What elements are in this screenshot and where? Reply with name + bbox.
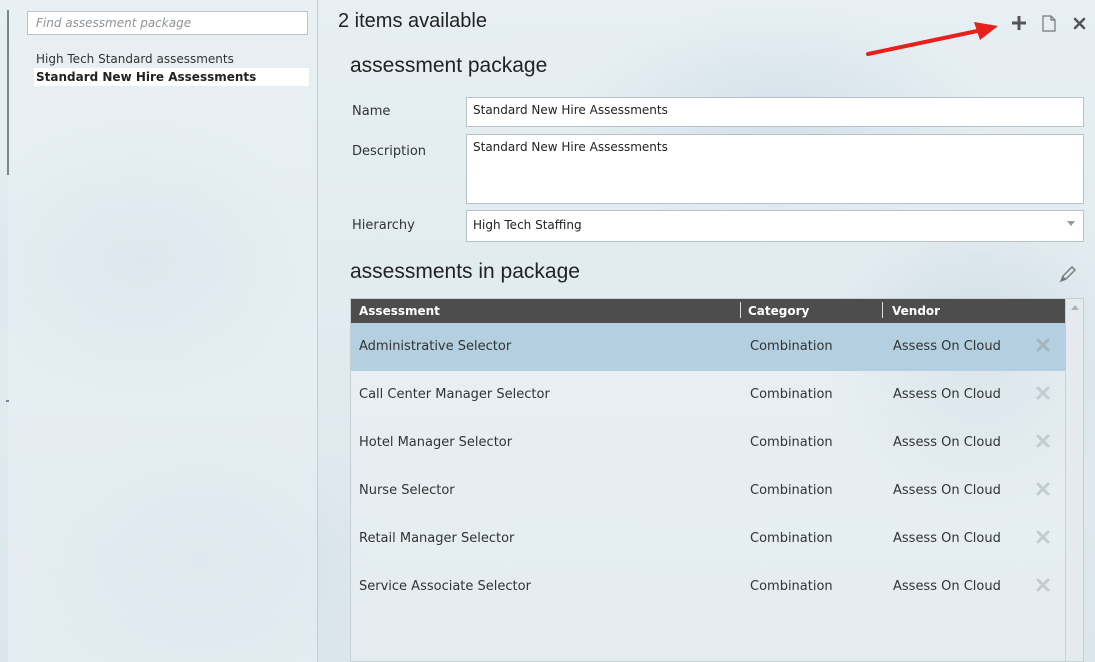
remove-row-icon[interactable]: [1035, 385, 1051, 401]
package-item-high-tech[interactable]: High Tech Standard assessments: [34, 50, 309, 68]
name-label: Name: [352, 104, 391, 119]
vendor-cell: Assess On Cloud: [893, 435, 1001, 450]
package-list-panel: [8, 0, 318, 662]
vendor-cell: Assess On Cloud: [893, 339, 1001, 354]
package-list: High Tech Standard assessments Standard …: [34, 50, 309, 86]
name-field[interactable]: Standard New Hire Assessments: [466, 97, 1084, 127]
vendor-cell: Assess On Cloud: [893, 531, 1001, 546]
items-count-title: 2 items available: [338, 10, 487, 32]
section-title-assessments-in-package: assessments in package: [350, 260, 580, 283]
splitter-handle[interactable]: [7, 10, 9, 175]
remove-row-icon[interactable]: [1035, 577, 1051, 593]
remove-row-icon[interactable]: [1035, 433, 1051, 449]
hierarchy-select[interactable]: High Tech Staffing: [466, 210, 1084, 242]
package-item-standard-new-hire[interactable]: Standard New Hire Assessments: [34, 68, 309, 86]
table-row[interactable]: Service Associate Selector Combination Ass…: [351, 563, 1066, 611]
search-input[interactable]: [27, 11, 308, 35]
splitter-tick: [6, 400, 9, 402]
vendor-cell: Assess On Cloud: [893, 387, 1001, 402]
assessment-name-cell: Call Center Manager Selector: [359, 387, 550, 402]
column-divider: [882, 302, 883, 318]
close-icon[interactable]: [1071, 14, 1087, 32]
table-row[interactable]: Nurse Selector Combination Assess On Cloud: [351, 467, 1066, 515]
assessment-name-cell: Service Associate Selector: [359, 579, 531, 594]
scroll-up-icon[interactable]: [1071, 305, 1079, 310]
grid-header: Assessment Category Vendor: [351, 299, 1066, 323]
assessment-name-cell: Nurse Selector: [359, 483, 455, 498]
category-cell: Combination: [750, 483, 833, 498]
grid-scrollbar[interactable]: [1065, 299, 1083, 661]
remove-row-icon[interactable]: [1035, 529, 1051, 545]
remove-row-icon[interactable]: [1035, 337, 1051, 353]
assessment-name-cell: Retail Manager Selector: [359, 531, 515, 546]
category-cell: Combination: [750, 387, 833, 402]
category-cell: Combination: [750, 579, 833, 594]
category-cell: Combination: [750, 339, 833, 354]
assessment-name-cell: Administrative Selector: [359, 339, 512, 354]
table-row[interactable]: Hotel Manager Selector Combination Assess …: [351, 419, 1066, 467]
column-header-vendor[interactable]: Vendor: [892, 304, 940, 318]
chevron-down-icon: [1067, 221, 1075, 226]
remove-row-icon[interactable]: [1035, 481, 1051, 497]
hierarchy-label: Hierarchy: [352, 218, 415, 233]
plus-icon[interactable]: [1011, 14, 1027, 32]
hierarchy-value: High Tech Staffing: [473, 218, 582, 232]
assessments-grid: Assessment Category Vendor Administrativ…: [350, 298, 1084, 662]
toolbar: [1011, 14, 1087, 32]
vendor-cell: Assess On Cloud: [893, 483, 1001, 498]
column-divider: [740, 302, 741, 318]
assessment-name-cell: Hotel Manager Selector: [359, 435, 513, 450]
description-label: Description: [352, 144, 427, 159]
section-title-assessment-package: assessment package: [350, 54, 548, 77]
column-header-assessment[interactable]: Assessment: [359, 304, 440, 318]
annotation-arrow-icon: [866, 22, 998, 56]
copy-icon[interactable]: [1041, 14, 1057, 32]
description-field[interactable]: Standard New Hire Assessments: [466, 134, 1084, 204]
table-row[interactable]: Call Center Manager Selector Combination A…: [351, 371, 1066, 419]
category-cell: Combination: [750, 435, 833, 450]
column-header-category[interactable]: Category: [748, 304, 809, 318]
category-cell: Combination: [750, 531, 833, 546]
edit-pencil-icon[interactable]: [1058, 264, 1078, 284]
table-row[interactable]: Administrative Selector Combination Assess…: [351, 323, 1066, 371]
table-row[interactable]: Retail Manager Selector Combination Assess…: [351, 515, 1066, 563]
vendor-cell: Assess On Cloud: [893, 579, 1001, 594]
